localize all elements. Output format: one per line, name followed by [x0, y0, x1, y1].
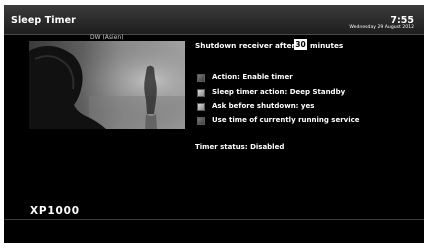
receiver-model: XP1000	[30, 205, 80, 217]
header-bar: Sleep Timer 7:55 Wednesday 29 August 201…	[4, 5, 424, 35]
minutes-input[interactable]: 30	[294, 39, 307, 50]
minutes-unit-label: minutes	[310, 41, 344, 50]
page-title: Sleep Timer	[11, 15, 76, 26]
use-service-time-checkbox[interactable]	[197, 117, 205, 125]
preview-image	[29, 41, 185, 129]
footer-divider	[4, 219, 424, 220]
shutdown-label: Shutdown receiver after	[195, 41, 296, 50]
sleep-timer-screen: Sleep Timer 7:55 Wednesday 29 August 201…	[4, 5, 424, 243]
sleep-action-label: Sleep timer action: Deep Standby	[212, 88, 346, 96]
tv-preview-window	[29, 41, 185, 129]
ask-before-shutdown-label: Ask before shutdown: yes	[212, 102, 315, 110]
deep-standby-checkbox[interactable]	[197, 89, 205, 97]
enable-timer-checkbox[interactable]	[197, 74, 205, 82]
timer-status: Timer status: Disabled	[195, 143, 285, 151]
use-service-time-label: Use time of currently running service	[212, 116, 360, 124]
clock-date: Wednesday 29 August 2012	[349, 25, 414, 30]
ask-before-shutdown-checkbox[interactable]	[197, 103, 205, 111]
channel-name: DW (Asien)	[90, 34, 124, 41]
enable-timer-label: Action: Enable timer	[212, 73, 293, 81]
